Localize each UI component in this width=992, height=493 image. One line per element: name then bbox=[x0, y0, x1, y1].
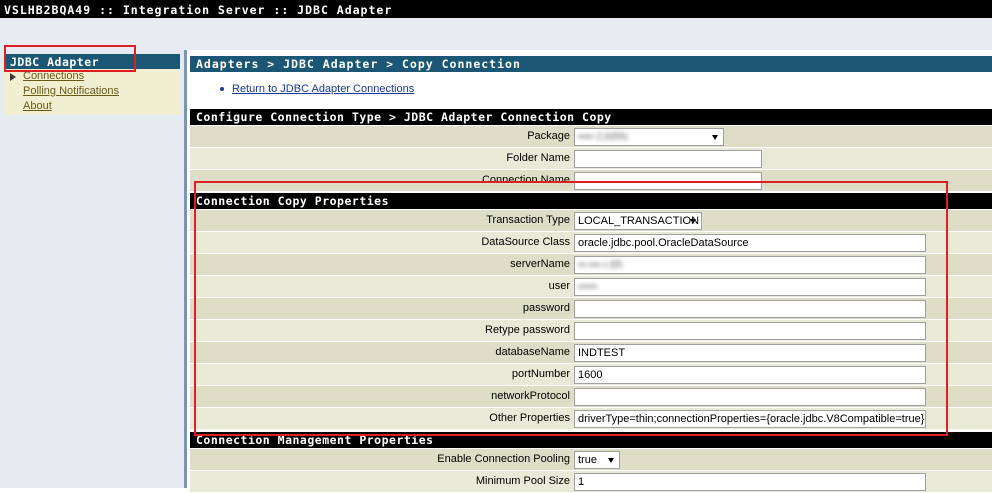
network-protocol-row: networkProtocol bbox=[190, 386, 992, 408]
connection-pooling-row: Enable Connection Pooling true bbox=[190, 449, 992, 471]
sidebar: JDBC Adapter Connections Polling Notific… bbox=[0, 50, 187, 488]
chevron-down-icon bbox=[690, 219, 696, 224]
other-properties-row: Other Properties driverType=thin;connect… bbox=[190, 408, 992, 430]
password-label: password bbox=[522, 302, 570, 314]
package-label: Package bbox=[527, 130, 570, 142]
chevron-down-icon bbox=[608, 458, 614, 463]
database-name-input[interactable]: INDTEST bbox=[574, 344, 926, 362]
breadcrumb-text: Adapters > JDBC Adapter > Copy Connectio… bbox=[196, 57, 521, 71]
top-banner bbox=[0, 18, 992, 50]
min-pool-size-row: Minimum Pool Size 1 bbox=[190, 471, 992, 493]
user-label: user bbox=[548, 280, 570, 292]
window-title: VSLHB2BQA49 :: Integration Server :: JDB… bbox=[4, 3, 393, 17]
user-input[interactable]: ••••• bbox=[574, 278, 926, 296]
retype-password-label: Retype password bbox=[485, 324, 570, 336]
configure-section-header: Configure Connection Type > JDBC Adapter… bbox=[190, 109, 992, 125]
servername-row: serverName ••.•••.•.85 bbox=[190, 254, 992, 276]
user-value: ••••• bbox=[578, 281, 598, 293]
servername-label: serverName bbox=[510, 258, 570, 270]
retype-password-row: Retype password bbox=[190, 320, 992, 342]
user-row: user ••••• bbox=[190, 276, 992, 298]
connection-name-label: Connection Name bbox=[481, 174, 570, 186]
datasource-class-input[interactable]: oracle.jdbc.pool.OracleDataSource bbox=[574, 234, 926, 252]
configure-section-title: Configure Connection Type > JDBC Adapter… bbox=[196, 110, 612, 124]
package-select[interactable]: •••• CARN bbox=[574, 128, 724, 146]
sidebar-heading-label: JDBC Adapter bbox=[10, 55, 100, 69]
window-title-bar: VSLHB2BQA49 :: Integration Server :: JDB… bbox=[0, 0, 992, 18]
breadcrumb: Adapters > JDBC Adapter > Copy Connectio… bbox=[190, 56, 992, 72]
copy-section-title: Connection Copy Properties bbox=[196, 194, 390, 208]
other-properties-input[interactable]: driverType=thin;connectionProperties={or… bbox=[574, 410, 926, 428]
folder-row: Folder Name bbox=[190, 148, 992, 170]
port-number-input[interactable]: 1600 bbox=[574, 366, 926, 384]
management-section-header: Connection Management Properties bbox=[190, 432, 992, 448]
management-section-title: Connection Management Properties bbox=[196, 433, 434, 447]
datasource-label: DataSource Class bbox=[481, 236, 570, 248]
sidebar-heading: JDBC Adapter bbox=[4, 54, 180, 69]
servername-input[interactable]: ••.•••.•.85 bbox=[574, 256, 926, 274]
chevron-down-icon bbox=[712, 135, 718, 140]
sidebar-item-polling-notifications[interactable]: Polling Notifications bbox=[23, 85, 119, 97]
network-protocol-label: networkProtocol bbox=[491, 390, 570, 402]
connection-name-input[interactable] bbox=[574, 172, 762, 190]
sidebar-item-about[interactable]: About bbox=[23, 100, 52, 112]
min-pool-size-label: Minimum Pool Size bbox=[475, 475, 570, 487]
password-row: password bbox=[190, 298, 992, 320]
transaction-type-row: Transaction Type LOCAL_TRANSACTION bbox=[190, 210, 992, 232]
datasource-row: DataSource Class oracle.jdbc.pool.Oracle… bbox=[190, 232, 992, 254]
transaction-type-label: Transaction Type bbox=[486, 214, 570, 226]
main-content: Adapters > JDBC Adapter > Copy Connectio… bbox=[190, 56, 992, 493]
other-properties-label: Other Properties bbox=[489, 412, 570, 424]
connection-name-row: Connection Name bbox=[190, 170, 992, 192]
transaction-type-select[interactable]: LOCAL_TRANSACTION bbox=[574, 212, 702, 230]
folder-name-input[interactable] bbox=[574, 150, 762, 168]
network-protocol-input[interactable] bbox=[574, 388, 926, 406]
active-arrow-icon bbox=[10, 73, 16, 81]
transaction-type-value: LOCAL_TRANSACTION bbox=[578, 215, 700, 227]
port-number-row: portNumber 1600 bbox=[190, 364, 992, 386]
min-pool-size-input[interactable]: 1 bbox=[574, 473, 926, 491]
connection-pooling-value: true bbox=[578, 454, 597, 466]
database-name-label: databaseName bbox=[495, 346, 570, 358]
folder-label: Folder Name bbox=[506, 152, 570, 164]
bullet-icon bbox=[220, 87, 224, 91]
servername-value: ••.•••.•.85 bbox=[578, 259, 623, 271]
connection-pooling-label: Enable Connection Pooling bbox=[437, 453, 570, 465]
copy-section-header: Connection Copy Properties bbox=[190, 193, 992, 209]
database-name-row: databaseName INDTEST bbox=[190, 342, 992, 364]
return-to-connections-link[interactable]: Return to JDBC Adapter Connections bbox=[232, 83, 414, 95]
sidebar-item-connections[interactable]: Connections bbox=[23, 70, 84, 82]
password-input[interactable] bbox=[574, 300, 926, 318]
port-number-label: portNumber bbox=[511, 368, 570, 380]
package-value: •••• CARN bbox=[578, 131, 628, 143]
retype-password-input[interactable] bbox=[574, 322, 926, 340]
package-row: Package •••• CARN bbox=[190, 126, 992, 148]
connection-pooling-select[interactable]: true bbox=[574, 451, 620, 469]
